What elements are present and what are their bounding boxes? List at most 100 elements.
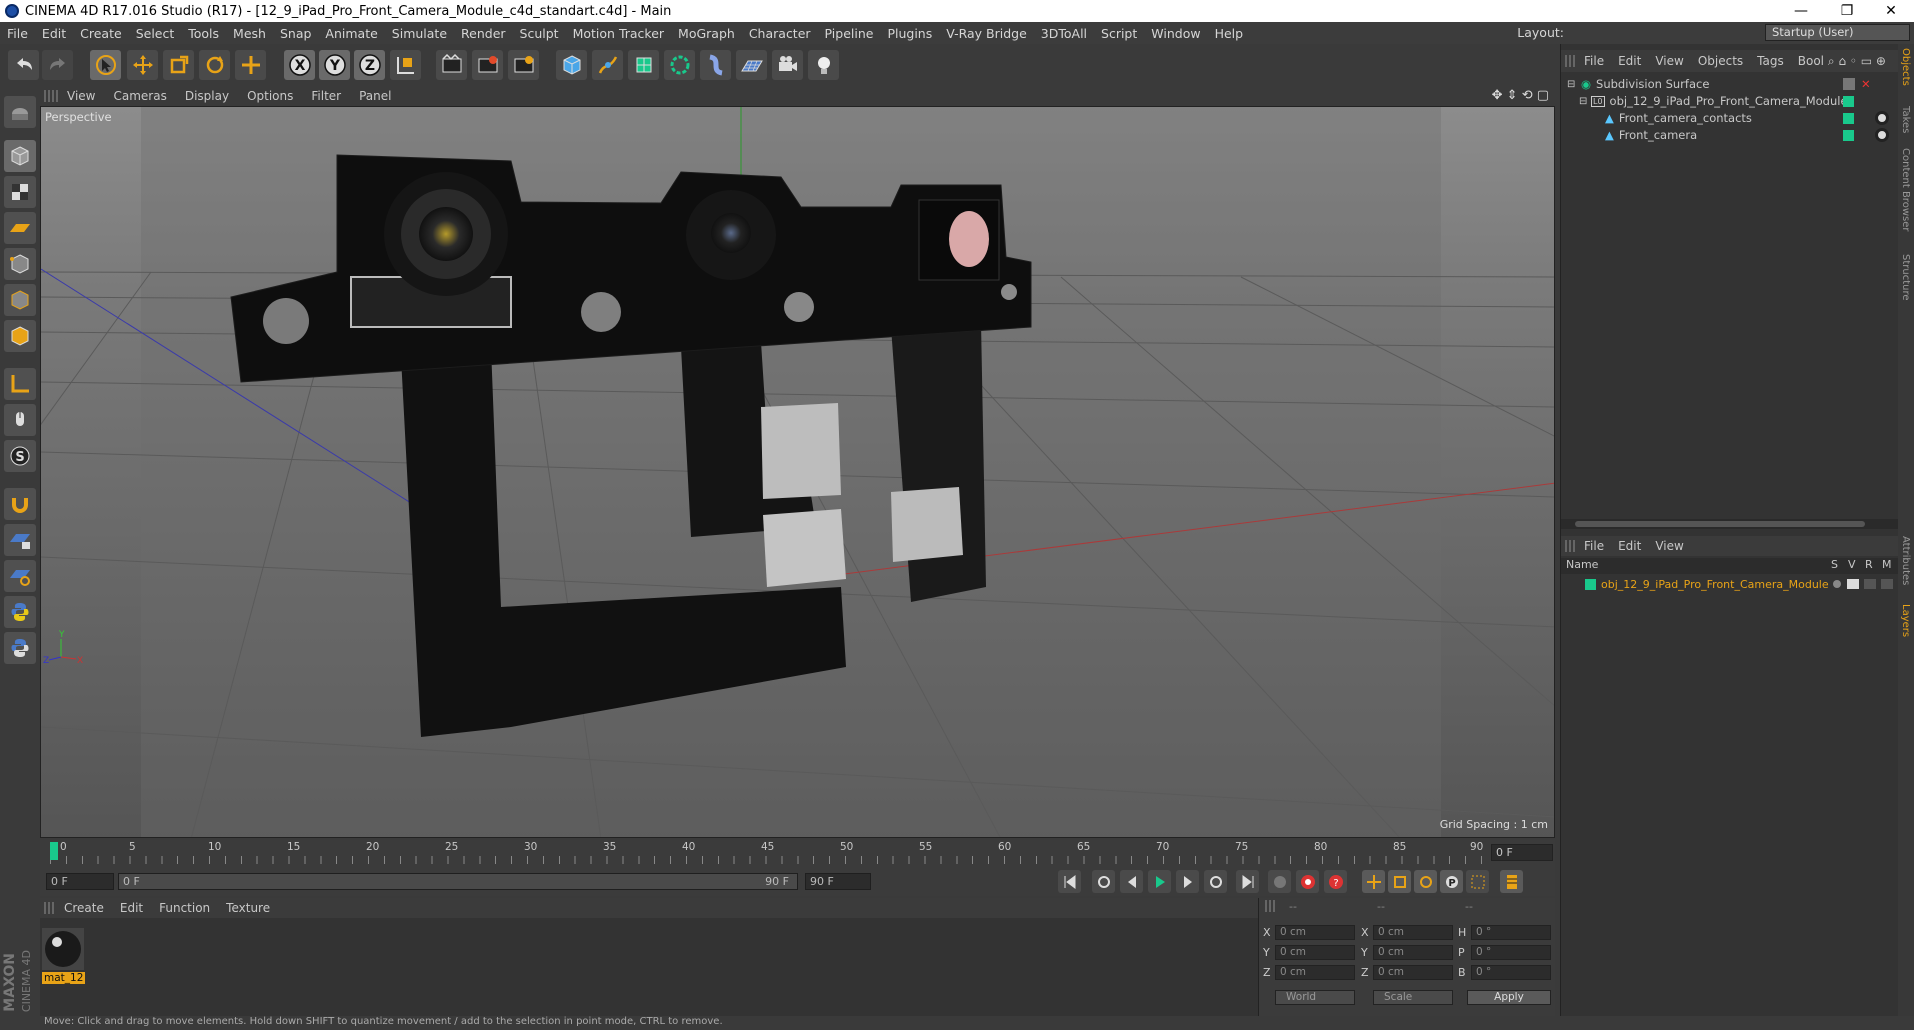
go-to-end-icon[interactable] xyxy=(1236,870,1259,893)
prev-frame-icon[interactable] xyxy=(1120,870,1143,893)
menu-create[interactable]: Create xyxy=(73,26,129,41)
object-horizontal-scrollbar[interactable] xyxy=(1561,519,1899,529)
layout-select[interactable]: Startup (User) xyxy=(1765,24,1910,41)
material-thumbnail[interactable] xyxy=(42,928,84,970)
objects-menu-tags[interactable]: Tags xyxy=(1750,54,1791,68)
viewport-menu-panel[interactable]: Panel xyxy=(350,89,400,103)
side-tab-takes[interactable]: Takes xyxy=(1900,106,1911,133)
start-frame-field[interactable]: 0 F xyxy=(46,873,114,890)
material-menu-function[interactable]: Function xyxy=(151,901,218,915)
side-tab-attributes[interactable]: Attributes xyxy=(1900,536,1911,585)
layer-color-indicator[interactable] xyxy=(1843,112,1854,124)
key-scale-icon[interactable] xyxy=(1388,870,1411,893)
undo-icon[interactable] xyxy=(8,50,39,80)
restore-button[interactable]: ❐ xyxy=(1824,0,1870,22)
viewport-menu-filter[interactable]: Filter xyxy=(302,89,350,103)
object-row[interactable]: ▲ Front_camera xyxy=(1561,125,1899,145)
axis-mode-icon[interactable] xyxy=(4,368,36,400)
material-menu-edit[interactable]: Edit xyxy=(112,901,151,915)
material-menu-texture[interactable]: Texture xyxy=(218,901,278,915)
key-pla-icon[interactable] xyxy=(1466,870,1489,893)
close-button[interactable]: ✕ xyxy=(1868,0,1914,22)
object-panel-handle-icon[interactable] xyxy=(1565,55,1577,67)
rotate-icon[interactable] xyxy=(199,50,230,80)
viewport-menu-cameras[interactable]: Cameras xyxy=(104,89,175,103)
menu-vray-bridge[interactable]: V-Ray Bridge xyxy=(939,26,1034,41)
render-view-icon[interactable] xyxy=(436,50,467,80)
side-tab-structure[interactable]: Structure xyxy=(1900,254,1911,301)
y-axis-icon[interactable]: Y xyxy=(319,50,350,80)
material-panel-handle-icon[interactable] xyxy=(44,902,56,914)
collapse-icon[interactable]: ⊟ xyxy=(1579,96,1587,107)
go-to-start-icon[interactable] xyxy=(1058,870,1081,893)
side-tab-objects[interactable]: Objects xyxy=(1900,48,1911,86)
model-mode-icon[interactable] xyxy=(4,140,36,172)
points-mode-icon[interactable] xyxy=(4,248,36,280)
timeline-window-icon[interactable] xyxy=(1500,870,1523,893)
key-parameter-icon[interactable]: P xyxy=(1440,870,1463,893)
rot-p-field[interactable]: 0 ° xyxy=(1471,945,1551,960)
viewport-menu-display[interactable]: Display xyxy=(176,89,238,103)
layer-color-indicator[interactable] xyxy=(1843,95,1854,107)
menu-tools[interactable]: Tools xyxy=(181,26,226,41)
objects-menu-edit[interactable]: Edit xyxy=(1611,54,1648,68)
current-frame-field[interactable]: 0 F xyxy=(1491,844,1553,861)
rot-b-field[interactable]: 0 ° xyxy=(1471,965,1551,980)
menu-motion-tracker[interactable]: Motion Tracker xyxy=(566,26,671,41)
render-toggle-icon[interactable]: ✕ xyxy=(1861,77,1871,91)
pen-icon[interactable] xyxy=(592,50,623,80)
menu-snap[interactable]: Snap xyxy=(273,26,318,41)
menu-mograph[interactable]: MoGraph xyxy=(671,26,742,41)
menu-animate[interactable]: Animate xyxy=(318,26,384,41)
menu-plugins[interactable]: Plugins xyxy=(880,26,939,41)
redo-icon[interactable] xyxy=(42,50,73,80)
menu-file[interactable]: File xyxy=(0,26,35,41)
layer-row[interactable]: obj_12_9_iPad_Pro_Front_Camera_Module xyxy=(1561,574,1899,594)
menu-character[interactable]: Character xyxy=(742,26,818,41)
viewport-handle-icon[interactable] xyxy=(44,90,58,102)
next-key-icon[interactable] xyxy=(1204,870,1227,893)
magnet-icon[interactable] xyxy=(4,488,36,520)
viewport-menu-options[interactable]: Options xyxy=(238,89,302,103)
record-keys-icon[interactable] xyxy=(1268,870,1291,893)
cube-icon[interactable] xyxy=(556,50,587,80)
menu-select[interactable]: Select xyxy=(129,26,182,41)
z-axis-icon[interactable]: Z xyxy=(354,50,385,80)
light-icon[interactable] xyxy=(808,50,839,80)
layer-panel-handle-icon[interactable] xyxy=(1565,540,1577,552)
layers-menu-view[interactable]: View xyxy=(1648,539,1690,553)
timeline-ruler[interactable]: 0 5 10 15 20 25 30 35 40 45 50 55 60 65 … xyxy=(40,840,1555,866)
material-tag-icon[interactable] xyxy=(1875,111,1889,125)
pos-y-field[interactable]: 0 cm xyxy=(1275,945,1355,960)
coord-panel-handle-icon[interactable] xyxy=(1265,900,1277,912)
planar-workplane-icon[interactable] xyxy=(4,560,36,592)
menu-script[interactable]: Script xyxy=(1094,26,1144,41)
keyframe-selection-icon[interactable]: ? xyxy=(1324,870,1347,893)
layers-menu-file[interactable]: File xyxy=(1577,539,1611,553)
x-axis-icon[interactable]: X xyxy=(284,50,315,80)
frame-range-slider[interactable]: 0 F 90 F xyxy=(118,873,798,890)
texture-mode-icon[interactable] xyxy=(4,176,36,208)
play-icon[interactable] xyxy=(1148,870,1171,893)
side-tab-content-browser[interactable]: Content Browser xyxy=(1900,148,1911,231)
layer-color-swatch[interactable] xyxy=(1585,578,1596,590)
camera-icon[interactable] xyxy=(772,50,803,80)
apply-button[interactable]: Apply xyxy=(1467,990,1551,1005)
layer-visible-icon[interactable] xyxy=(1847,579,1859,589)
menu-edit[interactable]: Edit xyxy=(35,26,73,41)
menu-window[interactable]: Window xyxy=(1144,26,1207,41)
objects-search-icon[interactable]: ⌕ ⌂ ◦ ▭ ⊕ xyxy=(1821,54,1893,69)
size-x-field[interactable]: 0 cm xyxy=(1373,925,1453,940)
move-icon[interactable] xyxy=(127,50,158,80)
viewport-menu-view[interactable]: View xyxy=(58,89,104,103)
key-rotation-icon[interactable] xyxy=(1414,870,1437,893)
next-frame-icon[interactable] xyxy=(1176,870,1199,893)
render-picture-viewer-icon[interactable] xyxy=(472,50,503,80)
scrollbar-thumb[interactable] xyxy=(1575,521,1865,527)
move-add-icon[interactable] xyxy=(235,50,266,80)
autokey-icon[interactable] xyxy=(1296,870,1319,893)
lock-workplane-icon[interactable] xyxy=(4,524,36,556)
prev-key-icon[interactable] xyxy=(1092,870,1115,893)
objects-menu-file[interactable]: File xyxy=(1577,54,1611,68)
subdivision-icon[interactable] xyxy=(628,50,659,80)
